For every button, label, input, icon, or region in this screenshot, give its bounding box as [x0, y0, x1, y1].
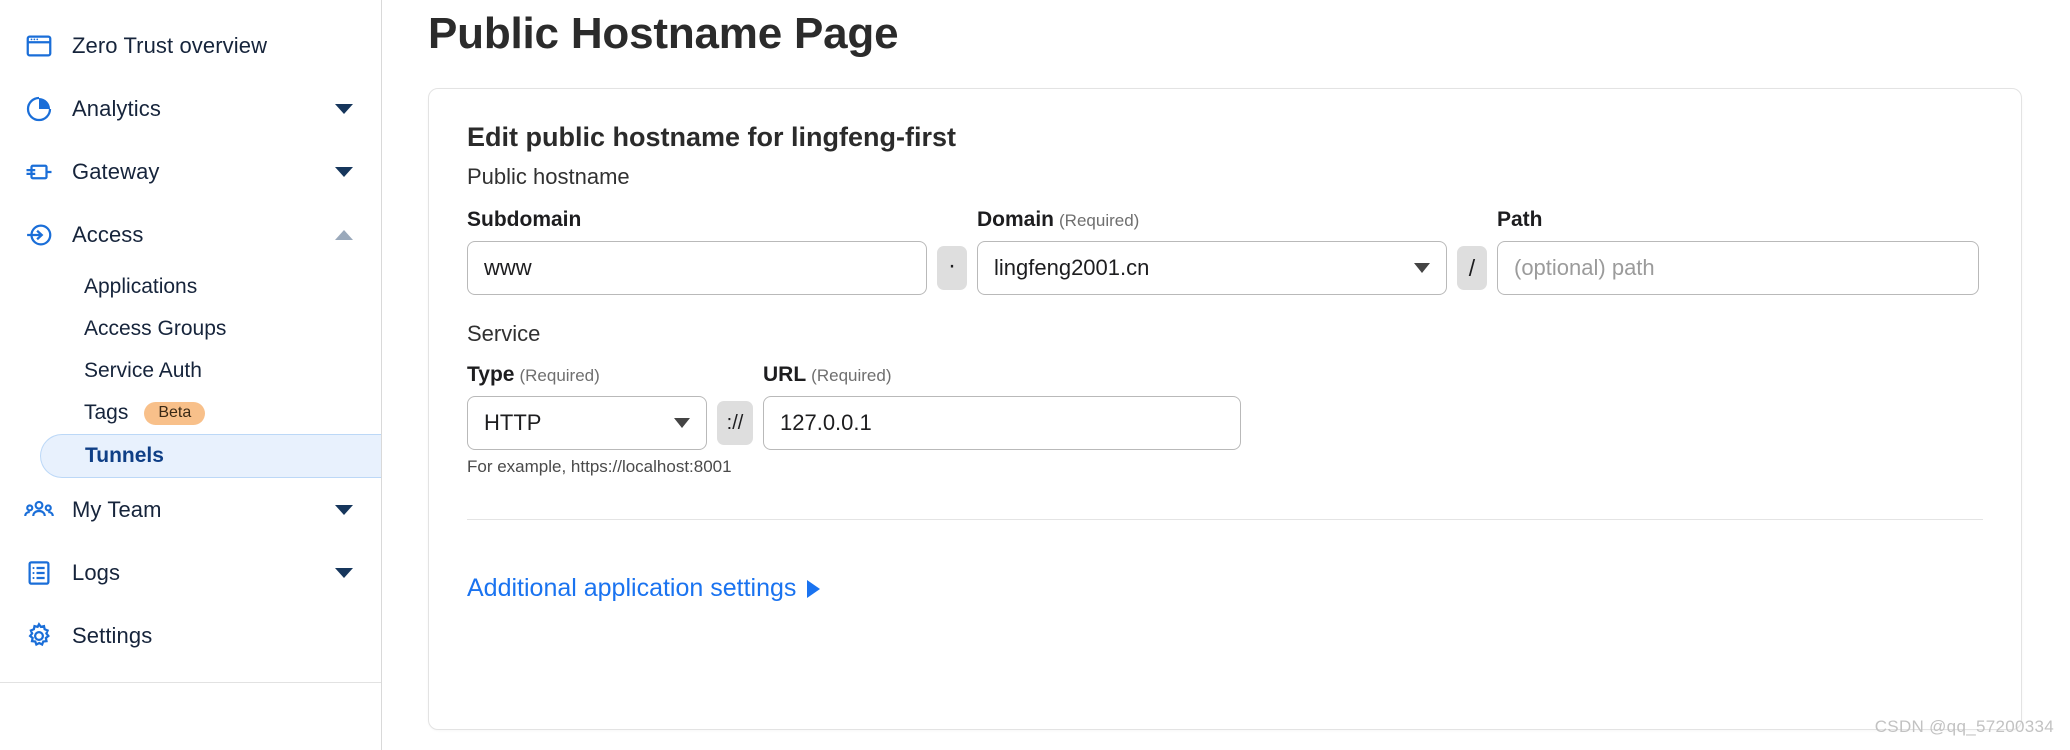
domain-field-group: Domain (Required) lingfeng2001.cn — [977, 208, 1447, 295]
sidebar-item-logs[interactable]: Logs — [0, 541, 381, 604]
sidebar-item-gateway[interactable]: Gateway — [0, 140, 381, 203]
sidebar-subitem-label: Service Auth — [84, 359, 202, 382]
path-field-group: Path — [1497, 208, 1979, 295]
sidebar-item-zero-trust-overview[interactable]: Zero Trust overview — [0, 14, 381, 77]
url-example-hint: For example, https://localhost:8001 — [467, 457, 732, 476]
type-required-text: (Required) — [519, 366, 600, 385]
sidebar-subitem-label: Access Groups — [84, 317, 227, 340]
sidebar-nav-list: Zero Trust overview Analytics Gateway Ac… — [0, 14, 381, 667]
main-content: Public Hostname Page Edit public hostnam… — [382, 0, 2070, 750]
additional-settings-label: Additional application settings — [467, 574, 797, 602]
chevron-down-icon[interactable] — [1414, 263, 1430, 273]
domain-select[interactable]: lingfeng2001.cn — [977, 241, 1447, 295]
status-badge: Beta — [144, 401, 206, 425]
url-field-group: URL (Required) — [763, 363, 1241, 450]
url-label: URL (Required) — [763, 363, 1241, 387]
service-type-select[interactable]: HTTP — [467, 396, 707, 450]
service-section-label: Service — [467, 321, 541, 346]
chevron-down-icon[interactable] — [674, 418, 690, 428]
chevron-up-icon[interactable] — [335, 229, 353, 240]
sidebar-item-access-groups[interactable]: Access Groups — [0, 308, 381, 350]
additional-settings-row: Additional application settings — [467, 574, 1983, 603]
sidebar-subitem-label: Tags — [84, 401, 129, 424]
sidebar-item-label: Analytics — [72, 95, 161, 121]
pie-chart-icon — [22, 92, 56, 126]
chevron-down-icon[interactable] — [335, 567, 353, 578]
sidebar-item-service-auth[interactable]: Service Auth — [0, 350, 381, 392]
sidebar-item-label: Gateway — [72, 158, 160, 184]
public-hostname-section-label: Public hostname — [467, 164, 630, 189]
gateway-icon — [22, 155, 56, 189]
subdomain-input[interactable] — [467, 241, 927, 295]
url-label-text: URL — [763, 363, 807, 386]
sidebar-subitem-label: Applications — [84, 275, 198, 298]
sidebar-item-label: Zero Trust overview — [72, 32, 268, 58]
gear-icon — [22, 619, 56, 653]
chevron-down-icon[interactable] — [335, 166, 353, 177]
sidebar-subitem-label: Tunnels — [85, 444, 164, 467]
domain-required-text: (Required) — [1059, 211, 1140, 230]
team-icon — [22, 493, 56, 527]
url-input[interactable] — [763, 396, 1241, 450]
domain-label: Domain (Required) — [977, 208, 1447, 232]
subdomain-label: Subdomain — [467, 208, 582, 231]
type-label: Type (Required) — [467, 363, 707, 387]
domain-selected-value: lingfeng2001.cn — [994, 255, 1150, 280]
window-icon — [22, 29, 56, 63]
sidebar-item-tunnels[interactable]: Tunnels — [40, 434, 381, 478]
sidebar-item-label: Access — [72, 221, 144, 247]
sidebar-item-label: Settings — [72, 622, 153, 648]
sidebar-item-label: Logs — [72, 559, 121, 585]
logs-icon — [22, 556, 56, 590]
sidebar-item-applications[interactable]: Applications — [0, 266, 381, 308]
sidebar-divider — [0, 682, 381, 683]
sidebar: Zero Trust overview Analytics Gateway Ac… — [0, 0, 382, 750]
watermark: CSDN @qq_57200334 — [1874, 717, 2054, 736]
chevron-right-icon — [807, 579, 821, 598]
service-row: Type (Required) HTTP :// URL (Required) — [467, 363, 1983, 450]
edit-hostname-card: Edit public hostname for lingfeng-first … — [428, 88, 2022, 730]
protocol-separator: :// — [717, 401, 753, 445]
card-title: Edit public hostname for lingfeng-first — [467, 122, 956, 152]
sidebar-item-access[interactable]: Access — [0, 203, 381, 266]
dot-separator: · — [937, 246, 967, 290]
page-title: Public Hostname Page — [428, 9, 899, 58]
additional-application-settings-link[interactable]: Additional application settings — [467, 574, 821, 603]
app-root: Zero Trust overview Analytics Gateway Ac… — [0, 0, 2070, 750]
subdomain-field-group: Subdomain — [467, 208, 927, 295]
type-label-text: Type — [467, 363, 515, 386]
sidebar-item-my-team[interactable]: My Team — [0, 478, 381, 541]
slash-separator: / — [1457, 246, 1487, 290]
sidebar-item-settings[interactable]: Settings — [0, 604, 381, 667]
service-type-value: HTTP — [484, 410, 542, 435]
chevron-down-icon[interactable] — [335, 504, 353, 515]
path-label: Path — [1497, 208, 1543, 231]
sidebar-item-tags[interactable]: Tags Beta — [0, 392, 381, 434]
domain-label-text: Domain — [977, 208, 1055, 231]
sidebar-item-label: My Team — [72, 496, 162, 522]
path-input[interactable] — [1497, 241, 1979, 295]
url-required-text: (Required) — [811, 366, 892, 385]
hostname-row: Subdomain · Domain(Required) lingfeng200… — [467, 208, 1983, 295]
sidebar-item-analytics[interactable]: Analytics — [0, 77, 381, 140]
chevron-down-icon[interactable] — [335, 103, 353, 114]
type-field-group: Type (Required) HTTP — [467, 363, 707, 450]
access-arrow-icon — [22, 218, 56, 252]
card-divider — [467, 519, 1983, 520]
